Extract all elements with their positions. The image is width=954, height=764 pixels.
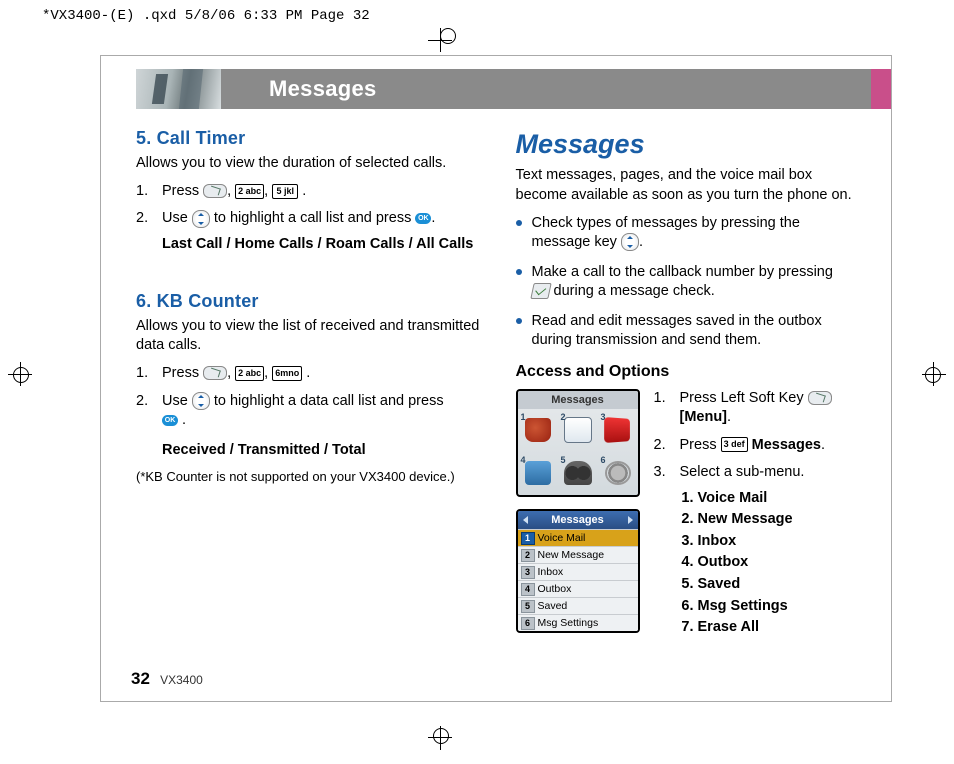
ok-key-icon: OK <box>162 415 178 426</box>
call-timer-options: Last Call / Home Calls / Roam Calls / Al… <box>162 235 482 255</box>
qxd-source-header: *VX3400-(E) .qxd 5/8/06 6:33 PM Page 32 <box>42 8 370 24</box>
section-heading-kb-counter: 6. KB Counter <box>136 289 482 313</box>
page-header: Messages <box>136 69 891 109</box>
kb-counter-step-1: 1. Press , 2 abc, 6mno . <box>136 364 482 384</box>
kb-counter-step-2: 2. Use to highlight a data call list and… <box>136 392 482 461</box>
left-soft-key-icon <box>203 184 227 198</box>
submenu-item: Voice Mail <box>698 489 862 509</box>
kb-counter-note: (*KB Counter is not supported on your VX… <box>136 468 482 486</box>
submenu-item: Outbox <box>698 553 862 573</box>
submenu-item: New Message <box>698 510 862 530</box>
kb-counter-intro: Allows you to view the list of received … <box>136 317 482 356</box>
nav-key-icon <box>192 210 210 228</box>
crop-mark <box>13 367 29 383</box>
crop-mark <box>925 367 941 383</box>
list-item: 6Msg Settings <box>518 614 638 631</box>
list-item: 3Inbox <box>518 563 638 580</box>
access-options-block: Messages 1 2 3 4 5 6 Messages 1Voice Mai… <box>516 389 862 648</box>
key-5-icon: 5 jkl <box>272 184 298 199</box>
bullet-icon <box>516 318 522 324</box>
page-number: 32 <box>131 669 150 688</box>
section-heading-call-timer: 5. Call Timer <box>136 126 482 150</box>
submenu-item: Msg Settings <box>698 597 862 617</box>
header-title: Messages <box>221 69 871 109</box>
nav-key-icon <box>621 233 639 251</box>
access-step-2: 2. Press 3 def Messages. <box>654 436 862 456</box>
outbox-icon <box>525 461 551 485</box>
left-column: 5. Call Timer Allows you to view the dur… <box>136 126 482 665</box>
phone-screen-icons-title: Messages <box>518 391 638 409</box>
voice-mail-icon <box>525 418 551 442</box>
key-6-icon: 6mno <box>272 366 302 381</box>
messages-bullet-1: Check types of messages by pressing the … <box>516 214 862 253</box>
header-decorative-photo <box>136 69 221 109</box>
messages-bullet-3: Read and edit messages saved in the outb… <box>516 312 862 351</box>
key-2-icon: 2 abc <box>235 366 264 381</box>
access-step-3: 3. Select a sub-menu. Voice Mail New Mes… <box>654 463 862 640</box>
nav-key-icon <box>192 392 210 410</box>
submenu-item: Erase All <box>698 618 862 638</box>
page-footer: 32 VX3400 <box>131 669 203 689</box>
saved-icon <box>564 461 592 485</box>
access-steps: 1. Press Left Soft Key [Menu]. 2. Press … <box>654 389 862 648</box>
list-item: 2New Message <box>518 546 638 563</box>
access-options-heading: Access and Options <box>516 361 862 383</box>
phone-screens: Messages 1 2 3 4 5 6 Messages 1Voice Mai… <box>516 389 640 648</box>
left-soft-key-icon <box>203 366 227 380</box>
call-timer-step-1: 1. Press , 2 abc, 5 jkl . <box>136 182 482 202</box>
list-item: 5Saved <box>518 597 638 614</box>
submenu-list: Voice Mail New Message Inbox Outbox Save… <box>680 489 862 638</box>
header-tab-accent <box>871 69 891 109</box>
content-area: 5. Call Timer Allows you to view the dur… <box>136 126 861 665</box>
submenu-item: Saved <box>698 575 862 595</box>
access-step-1: 1. Press Left Soft Key [Menu]. <box>654 389 862 428</box>
crop-mark <box>440 28 456 44</box>
phone-screen-icons: Messages 1 2 3 4 5 6 <box>516 389 640 497</box>
inbox-icon <box>604 417 630 443</box>
right-column: Messages Text messages, pages, and the v… <box>516 126 862 665</box>
phone-screen-list-title: Messages <box>518 511 638 530</box>
new-message-icon <box>564 417 592 443</box>
list-item: 4Outbox <box>518 580 638 597</box>
page-frame: Messages 5. Call Timer Allows you to vie… <box>100 55 892 702</box>
call-timer-step-2: 2. Use to highlight a call list and pres… <box>136 209 482 254</box>
bullet-icon <box>516 269 522 275</box>
send-key-icon <box>530 283 551 299</box>
bullet-icon <box>516 220 522 226</box>
call-timer-intro: Allows you to view the duration of selec… <box>136 154 482 174</box>
messages-intro: Text messages, pages, and the voice mail… <box>516 166 862 205</box>
left-soft-key-icon <box>808 391 832 405</box>
footer-model: VX3400 <box>160 673 203 687</box>
list-item: 1Voice Mail <box>518 529 638 546</box>
key-2-icon: 2 abc <box>235 184 264 199</box>
ok-key-icon: OK <box>415 213 431 224</box>
phone-screen-list: Messages 1Voice Mail 2New Message 3Inbox… <box>516 509 640 634</box>
submenu-item: Inbox <box>698 532 862 552</box>
messages-title: Messages <box>516 126 862 162</box>
messages-bullet-2: Make a call to the callback number by pr… <box>516 263 862 302</box>
settings-icon <box>605 461 631 485</box>
kb-counter-options: Received / Transmitted / Total <box>162 441 482 461</box>
crop-mark <box>433 728 449 744</box>
key-3-icon: 3 def <box>721 437 748 452</box>
